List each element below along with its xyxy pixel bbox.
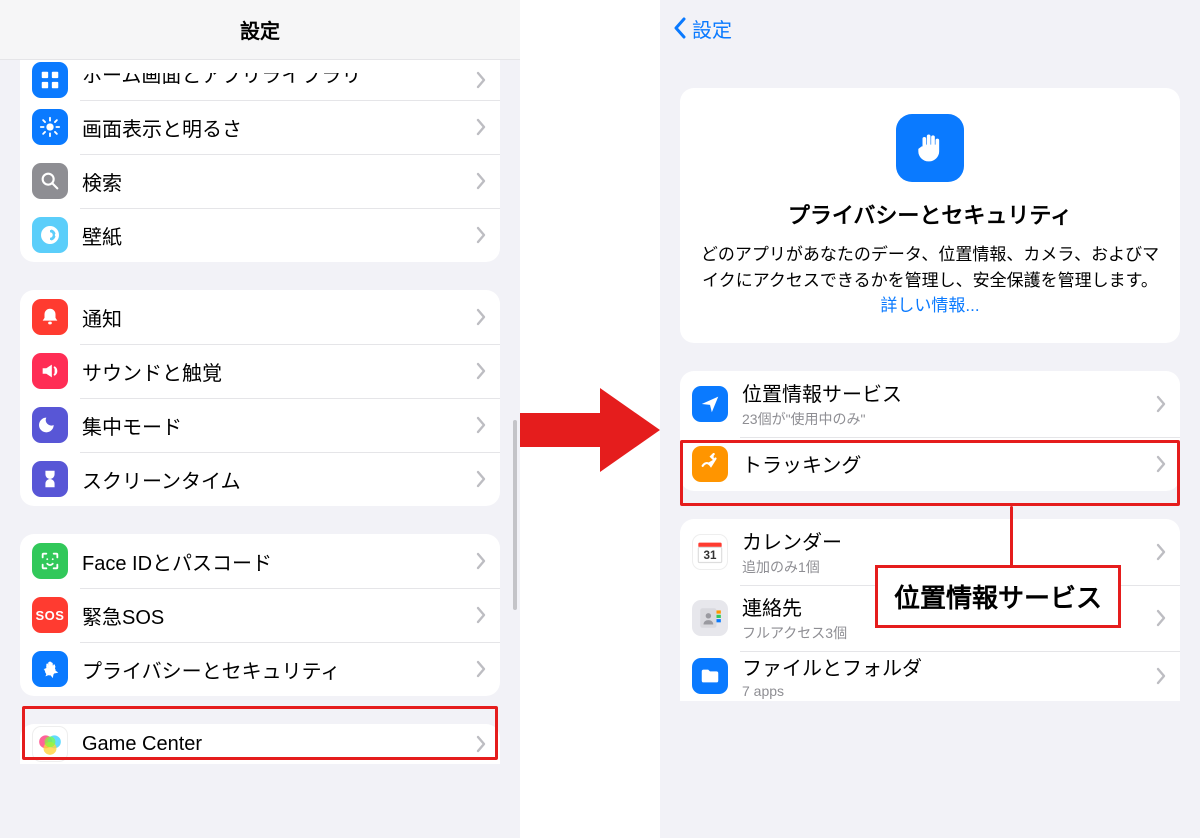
chevron-right-icon (476, 735, 486, 753)
row-label: 通知 (82, 303, 468, 332)
settings-item-privacy[interactable]: プライバシーとセキュリティ (20, 642, 500, 696)
chevron-right-icon (476, 470, 486, 488)
sos-icon: SOS (32, 597, 68, 633)
chevron-right-icon (1156, 395, 1166, 413)
notifications-icon (32, 299, 68, 335)
privacy-icon (32, 651, 68, 687)
row-label: 壁紙 (82, 221, 468, 250)
privacy-group-location: 位置情報サービス 23個が"使用中のみ" トラッキング (680, 371, 1180, 491)
gamecenter-icon (32, 726, 68, 762)
settings-item-faceid[interactable]: Face IDとパスコード (20, 534, 500, 588)
scroll-indicator[interactable] (513, 420, 517, 610)
privacy-description: どのアプリがあなたのデータ、位置情報、カメラ、およびマイクにアクセスできるかを管… (700, 242, 1160, 319)
location-icon (692, 386, 728, 422)
row-label: ファイルとフォルダ (742, 652, 1148, 681)
sos-text: SOS (36, 608, 65, 623)
settings-item-gamecenter[interactable]: Game Center (20, 724, 500, 764)
row-label: 緊急SOS (82, 601, 468, 630)
back-label: 設定 (692, 14, 732, 43)
instruction-arrow (520, 380, 660, 480)
row-label: 集中モード (82, 411, 468, 440)
chevron-right-icon (476, 308, 486, 326)
chevron-right-icon (1156, 455, 1166, 473)
privacy-header-card: プライバシーとセキュリティ どのアプリがあなたのデータ、位置情報、カメラ、および… (680, 88, 1180, 343)
settings-item-wallpaper[interactable]: 壁紙 (20, 208, 500, 262)
files-icon (692, 658, 728, 694)
row-label: 検索 (82, 167, 468, 196)
row-label: サウンドと触覚 (82, 357, 468, 386)
callout-location: 位置情報サービス (875, 565, 1121, 628)
back-button[interactable]: 設定 (660, 0, 1200, 56)
wallpaper-icon (32, 217, 68, 253)
row-label: スクリーンタイム (82, 465, 468, 494)
row-label: Face IDとパスコード (82, 547, 468, 576)
row-label: 位置情報サービス (742, 378, 1148, 407)
home-library-icon (32, 62, 68, 98)
settings-item-search[interactable]: 検索 (20, 154, 500, 208)
privacy-learn-more-link[interactable]: 詳しい情報... (880, 296, 979, 315)
privacy-right-pane: 設定 プライバシーとセキュリティ どのアプリがあなたのデータ、位置情報、カメラ、… (660, 0, 1200, 838)
contacts-icon (692, 600, 728, 636)
chevron-right-icon (476, 172, 486, 190)
privacy-item-location[interactable]: 位置情報サービス 23個が"使用中のみ" (680, 371, 1180, 437)
settings-item-screentime[interactable]: スクリーンタイム (20, 452, 500, 506)
settings-item-sos[interactable]: SOS 緊急SOS (20, 588, 500, 642)
svg-text:31: 31 (704, 549, 717, 562)
row-label: 画面表示と明るさ (82, 113, 468, 142)
search-icon (32, 163, 68, 199)
privacy-desc-text: どのアプリがあなたのデータ、位置情報、カメラ、およびマイクにアクセスできるかを管… (701, 245, 1159, 290)
settings-group-security: Face IDとパスコード SOS 緊急SOS プライバシーとセキュリティ (20, 534, 500, 696)
settings-item-sound[interactable]: サウンドと触覚 (20, 344, 500, 398)
row-label: ホーム画面とアプリライブラリ (82, 73, 468, 88)
row-label: カレンダー (742, 526, 1148, 555)
row-label: プライバシーとセキュリティ (82, 655, 468, 684)
tracking-icon (692, 446, 728, 482)
chevron-right-icon (476, 416, 486, 434)
settings-item-notifications[interactable]: 通知 (20, 290, 500, 344)
chevron-right-icon (476, 552, 486, 570)
row-label: トラッキング (742, 449, 1148, 478)
focus-icon (32, 407, 68, 443)
privacy-item-files[interactable]: ファイルとフォルダ 7 apps (680, 651, 1180, 701)
settings-item-brightness[interactable]: 画面表示と明るさ (20, 100, 500, 154)
chevron-right-icon (476, 71, 486, 89)
privacy-hand-icon (896, 114, 964, 182)
brightness-icon (32, 109, 68, 145)
chevron-right-icon (1156, 667, 1166, 685)
row-sub: 23個が"使用中のみ" (742, 409, 1148, 429)
chevron-right-icon (476, 606, 486, 624)
settings-left-pane: 設定 ホーム画面とアプリライブラリ 画面表示と明るさ 検索 (0, 0, 520, 838)
settings-group-display: ホーム画面とアプリライブラリ 画面表示と明るさ 検索 壁紙 (20, 60, 500, 262)
privacy-item-tracking[interactable]: トラッキング (680, 437, 1180, 491)
callout-text: 位置情報サービス (894, 583, 1102, 613)
screentime-icon (32, 461, 68, 497)
settings-header: 設定 (0, 0, 520, 60)
chevron-right-icon (476, 226, 486, 244)
row-label: Game Center (82, 733, 468, 756)
settings-item-focus[interactable]: 集中モード (20, 398, 500, 452)
settings-title: 設定 (240, 15, 280, 44)
calendar-icon: 31 (692, 534, 728, 570)
chevron-right-icon (476, 362, 486, 380)
chevron-left-icon (672, 17, 688, 39)
row-sub: 7 apps (742, 683, 1148, 699)
chevron-right-icon (1156, 609, 1166, 627)
chevron-right-icon (476, 118, 486, 136)
settings-item-home[interactable]: ホーム画面とアプリライブラリ (20, 60, 500, 100)
settings-group-notifications: 通知 サウンドと触覚 集中モード スクリーンタイム (20, 290, 500, 506)
privacy-title: プライバシーとセキュリティ (700, 198, 1160, 230)
chevron-right-icon (476, 660, 486, 678)
faceid-icon (32, 543, 68, 579)
settings-group-game: Game Center (20, 724, 500, 764)
sound-icon (32, 353, 68, 389)
chevron-right-icon (1156, 543, 1166, 561)
